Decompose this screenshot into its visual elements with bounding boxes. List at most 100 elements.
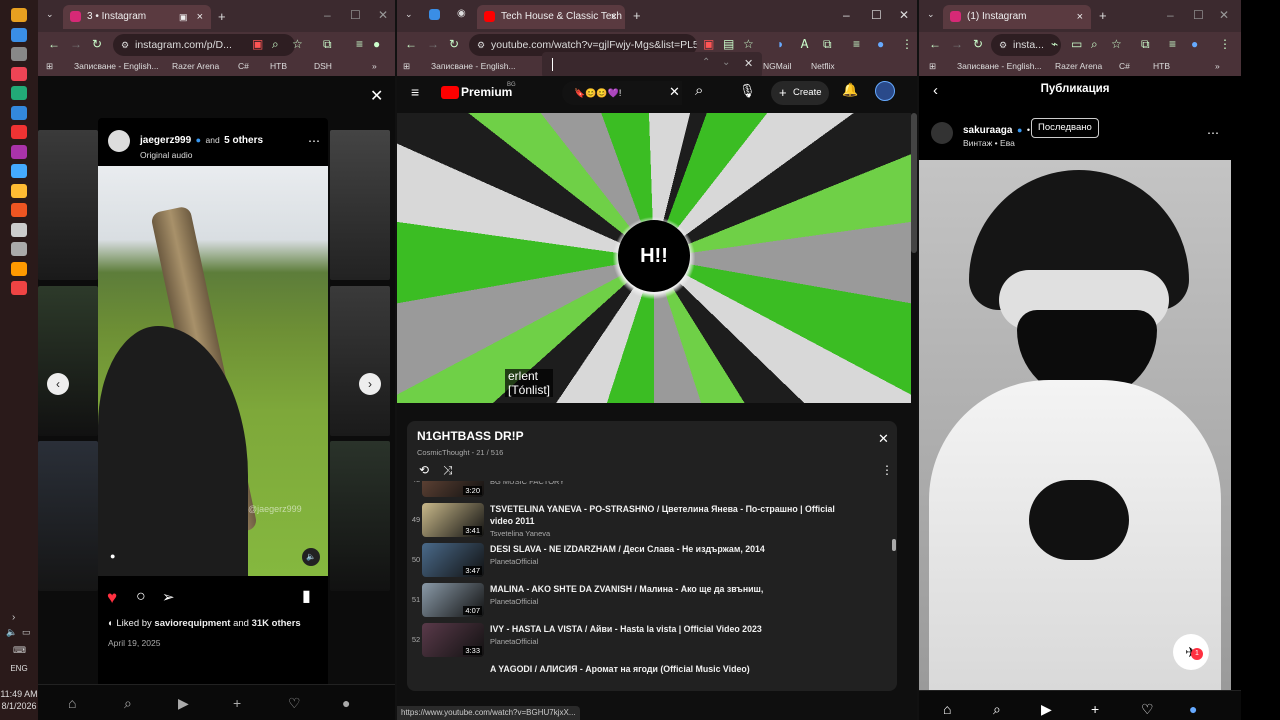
profile-icon[interactable]: ● [877,37,884,51]
media-icon[interactable]: ≡ [1169,37,1176,51]
post-image[interactable] [919,160,1231,690]
playlist-title[interactable]: N1GHTBASS DR!P [417,429,524,443]
bookmark-gmail[interactable]: NGMail [763,61,791,71]
site-info-icon[interactable]: ⚙ [477,34,485,56]
hamburger-icon[interactable]: ≡ [411,84,419,100]
taskbar-app-icon[interactable] [11,8,27,22]
pinned-tab-icon[interactable] [429,9,440,20]
save-bookmark-icon[interactable]: ▮ [302,586,311,606]
taskbar-app-icon[interactable] [11,242,27,256]
avatar[interactable] [931,122,953,144]
minimize-icon[interactable]: – [1167,8,1174,22]
reload-icon[interactable]: ↻ [449,37,459,51]
profile-avatar-icon[interactable]: ● [1189,701,1197,717]
apps-icon[interactable]: ⊞ [46,61,53,72]
activity-icon[interactable]: ♡ [1141,701,1154,718]
close-playlist-icon[interactable]: ✕ [878,431,889,447]
pip-icon[interactable]: ▣ [703,37,714,51]
bookmark-2[interactable]: Razer Arena [172,61,219,71]
liked-count[interactable]: 31K others [252,618,301,629]
following-button[interactable]: Последвано [1031,118,1099,138]
new-tab-icon[interactable]: + [1099,8,1107,23]
previous-post-icon[interactable]: ‹ [47,373,69,395]
keyboard-icon[interactable]: ⌨ [13,645,26,656]
taskbar-app-icon[interactable] [11,281,27,295]
close-window-icon[interactable]: ✕ [899,8,909,22]
video-thumbnail[interactable]: 4:07 [422,583,484,617]
bookmark-star-icon[interactable]: ☆ [1111,37,1122,51]
reader-icon[interactable]: ▤ [723,37,734,51]
taskbar-app-icon[interactable] [11,222,27,237]
playlist-scrollbar[interactable] [892,539,896,551]
reload-icon[interactable]: ↻ [92,37,102,51]
bookmark-star-icon[interactable]: ☆ [292,37,303,51]
close-modal-icon[interactable]: ✕ [370,86,383,106]
activity-icon[interactable]: ♡ [288,695,301,712]
back-icon[interactable]: ← [48,37,60,51]
home-icon[interactable]: ⌂ [68,695,76,711]
playlist-row[interactable]: 483:20BG MUSIC FACTORY [407,481,885,501]
taskbar-app-icon[interactable] [11,105,27,120]
video-title[interactable]: TSVETELINA YANEVA - PO-STRASHNO / Цветел… [490,503,860,527]
taskbar-app-icon[interactable] [11,66,27,81]
video-thumbnail[interactable]: 3:41 [422,503,484,537]
find-prev-icon[interactable]: ⌃ [702,57,710,68]
playlist-row[interactable]: 52 3:33 IVY - HASTA LA VISTA / Айви - Hast… [407,621,885,661]
video-thumbnail[interactable]: 3:33 [422,623,484,657]
forward-icon[interactable]: → [427,37,439,51]
create-icon[interactable]: + [233,695,241,711]
extension-icon[interactable]: ◗ [777,37,784,51]
video-title[interactable]: MALINA - AKO SHTE DA ZVANISH / Малина - … [490,583,860,595]
tagged-user-icon[interactable]: ● [110,551,115,561]
post-username[interactable]: sakuraaga [963,125,1012,136]
reels-icon[interactable]: ▶ [178,695,189,712]
post-subtitle[interactable]: Винтаж • Ева [963,138,1015,148]
playlist-row[interactable]: 50 3:47 DESI SLAVA - NE IZDARZHAM / Деси С… [407,541,885,581]
language-indicator[interactable]: ENG [0,664,38,673]
next-post-icon[interactable]: › [359,373,381,395]
tab-youtube[interactable]: Tech House & Classic Tech × [477,5,625,29]
menu-icon[interactable]: ⋮ [901,37,913,51]
new-tab-icon[interactable]: + [218,9,226,24]
playlist-row[interactable]: 49 3:41 TSVETELINA YANEVA - PO-STRASHNO / … [407,501,885,541]
maximize-icon[interactable]: ☐ [871,8,882,22]
minimize-icon[interactable]: – [324,8,331,22]
close-window-icon[interactable]: ✕ [378,8,388,22]
create-icon[interactable]: + [1091,701,1099,717]
video-title[interactable]: A YAGODI / АЛИСИЯ - Аромат на ягоди (Off… [490,663,860,675]
apps-icon[interactable]: ⊞ [929,61,936,72]
forward-icon[interactable]: → [70,37,82,51]
taskbar-app-icon[interactable] [11,86,27,100]
video-channel[interactable]: Tsvetelina Yaneva [490,529,550,538]
tab-search-icon[interactable]: ⌄ [46,9,54,20]
clear-search-icon[interactable]: ✕ [669,84,680,100]
video-thumbnail[interactable]: 3:20 [422,481,484,497]
site-info-icon[interactable]: ⚙ [999,34,1007,56]
liked-user[interactable]: saviorequipment [154,618,230,629]
taskbar-app-icon[interactable] [11,164,27,178]
reload-icon[interactable]: ↻ [973,37,983,51]
extensions-icon[interactable]: ⧉ [823,37,832,52]
youtube-logo-icon[interactable] [441,86,459,99]
pip-icon[interactable]: ▣ [252,37,263,51]
bookmark-2[interactable]: Razer Arena [1055,61,1102,71]
bookmark-star-icon[interactable]: ☆ [743,37,754,51]
taskbar-app-icon[interactable] [11,203,27,217]
reels-icon[interactable]: ▶ [1041,701,1052,718]
profile-icon[interactable]: ● [1191,37,1198,51]
site-info-icon[interactable]: ⚙ [121,34,129,56]
bookmark-netflix[interactable]: Netflix [811,61,835,71]
address-bar[interactable]: ⚙ instagram.com/p/D... [113,34,295,56]
page-scrollbar[interactable] [911,113,917,253]
mute-icon[interactable]: 🔈 [302,548,320,566]
zoom-icon[interactable]: ⌕ [272,37,279,52]
bookmark-1[interactable]: Записване - English... [957,61,1042,71]
video-channel[interactable]: PlanetaOfficial [490,597,538,606]
notifications-bell-icon[interactable]: 🔔 [842,82,858,98]
comment-icon[interactable]: ○ [136,588,146,606]
like-heart-icon[interactable]: ♥ [107,588,117,608]
minimize-icon[interactable]: – [843,8,850,22]
share-icon[interactable]: ➢ [162,588,175,606]
video-channel[interactable]: PlanetaOfficial [490,557,538,566]
media-icon[interactable]: ≡ [853,37,860,51]
